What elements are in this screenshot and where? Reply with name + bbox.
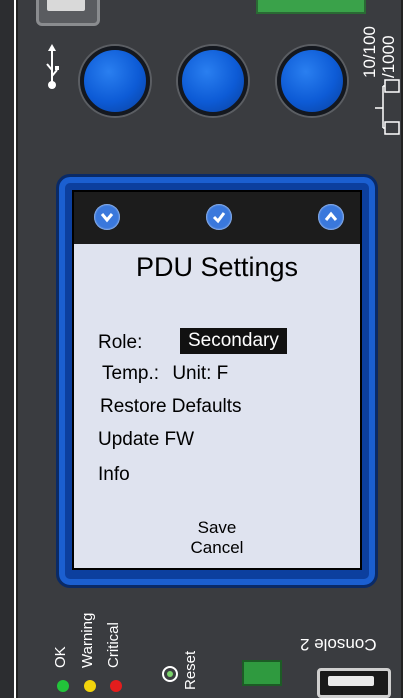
- temp-value: Unit: F: [172, 363, 229, 384]
- role-label: Role:: [98, 332, 143, 353]
- screen-nav-bar: [74, 192, 360, 244]
- ok-label: OK: [52, 646, 69, 668]
- critical-led: [110, 680, 122, 692]
- role-value[interactable]: Secondary: [180, 328, 287, 354]
- info-item[interactable]: Info: [98, 464, 130, 486]
- usb-port-top[interactable]: [36, 0, 100, 26]
- critical-label: Critical: [105, 622, 122, 668]
- console-port[interactable]: [317, 668, 391, 698]
- lcd-screen: PDU Settings Role: Secondary Temp.: Unit…: [72, 190, 362, 570]
- temp-row[interactable]: Temp.: Unit: F: [102, 363, 228, 385]
- console-label: Console 2: [300, 635, 377, 654]
- chevron-down-icon[interactable]: [94, 204, 120, 230]
- panel-edge: [0, 0, 14, 698]
- network-speed-label: 10/100 /1000: [360, 26, 398, 78]
- ok-led: [57, 680, 69, 692]
- save-button[interactable]: Save: [74, 518, 360, 538]
- restore-defaults-item[interactable]: Restore Defaults: [100, 396, 242, 418]
- chevron-up-icon[interactable]: [318, 204, 344, 230]
- green-port[interactable]: [242, 660, 282, 686]
- down-button[interactable]: [80, 46, 150, 116]
- select-button[interactable]: [178, 46, 248, 116]
- temp-label: Temp.:: [102, 363, 160, 384]
- cancel-button[interactable]: Cancel: [74, 538, 360, 558]
- reset-button[interactable]: [162, 666, 178, 682]
- screen-title: PDU Settings: [135, 252, 299, 282]
- reset-label: Reset: [182, 650, 199, 690]
- green-connector: [256, 0, 366, 14]
- warning-label: Warning: [79, 612, 96, 668]
- up-button[interactable]: [277, 46, 347, 116]
- warning-led: [84, 680, 96, 692]
- network-icon: [375, 79, 400, 135]
- check-icon[interactable]: [206, 204, 232, 230]
- usb-icon: [46, 44, 59, 89]
- update-fw-item[interactable]: Update FW: [98, 429, 194, 451]
